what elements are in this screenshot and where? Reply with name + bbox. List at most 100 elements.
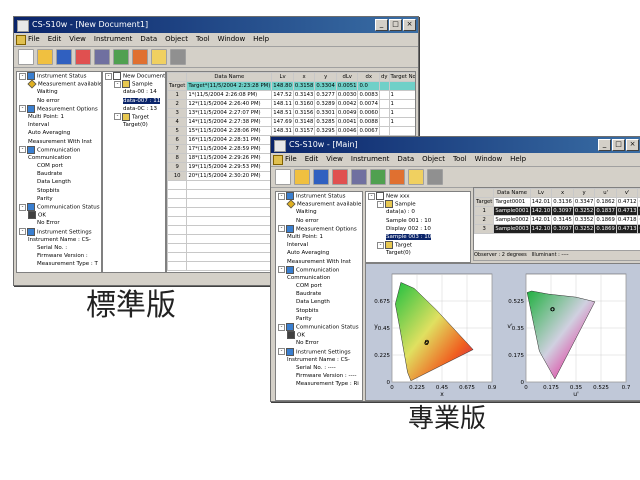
tree-item[interactable]: No error <box>276 217 362 225</box>
table-row[interactable]: 1 Sample0001 142.10 0.3097 0.3252 0.1837 0.471… <box>474 206 640 216</box>
tree-item[interactable]: Waiting <box>276 208 362 216</box>
tree-item[interactable]: Sample 003 : 10 <box>366 233 470 241</box>
tree-item[interactable]: Data Length <box>17 178 101 186</box>
color-icon[interactable] <box>132 49 148 65</box>
chromaticity-diagrams[interactable]: 0 0.225 0.45 0.675 0.900.2250.450.675xy0 0.17… <box>366 264 640 400</box>
menu-tool[interactable]: Tool <box>196 33 210 46</box>
expand-toggle-icon[interactable]: - <box>278 266 285 274</box>
tree-item[interactable]: Instrument Name : CS- <box>17 236 101 244</box>
close-button[interactable]: × <box>403 19 416 31</box>
tree-item[interactable]: Data Length <box>276 298 362 306</box>
tree-item[interactable]: Parity <box>17 195 101 203</box>
column-header[interactable]: Data Name <box>186 72 273 82</box>
column-header[interactable]: x <box>292 72 316 82</box>
color-icon[interactable] <box>389 169 405 185</box>
menu-window[interactable]: Window <box>218 33 246 46</box>
tree-item[interactable]: - Sample <box>103 80 165 89</box>
instrument-status-tree[interactable]: - Instrument Status Measurement available W… <box>275 191 363 401</box>
tree-item[interactable]: Auto Averaging <box>17 129 101 137</box>
menu-tool[interactable]: Tool <box>453 153 467 166</box>
tree-item[interactable]: Waiting <box>17 88 101 96</box>
open-icon[interactable] <box>294 169 310 185</box>
tree-item[interactable]: - Communication Status <box>17 203 101 211</box>
sample-data-table[interactable]: Data NameLvxyu'v'TTargetTarget0001142.01… <box>473 187 640 251</box>
tree-item[interactable]: Multi Point: 1 <box>276 233 362 241</box>
tree-item[interactable]: Target(0) <box>366 249 470 257</box>
expand-toggle-icon[interactable]: - <box>105 72 112 80</box>
tree-item[interactable]: Communication <box>276 274 362 282</box>
measure-icon[interactable] <box>75 49 91 65</box>
tree-item[interactable]: Measurement Type : T <box>17 260 101 268</box>
tree-item[interactable]: No Error <box>17 219 101 227</box>
tree-item[interactable]: Parity <box>276 315 362 323</box>
tree-item[interactable]: Stopbits <box>276 307 362 315</box>
tree-item[interactable]: Baudrate <box>17 170 101 178</box>
table-row[interactable]: 4 14*(11/5/2004 2:27:38 PM) 147.69 0.3148 0.… <box>167 117 415 127</box>
menu-help[interactable]: Help <box>510 153 526 166</box>
tree-item[interactable]: Measurement available <box>17 79 101 89</box>
menu-instrument[interactable]: Instrument <box>94 33 133 46</box>
table-row[interactable]: 5 15*(11/5/2004 2:28:06 PM) 148.31 0.3157 0.… <box>167 126 415 136</box>
column-header[interactable]: dLv <box>335 72 359 82</box>
tree-item[interactable]: - Instrument Settings <box>276 347 362 356</box>
tree-item[interactable]: data(a) : 0 <box>366 208 470 216</box>
tree-item[interactable]: - Communication <box>276 265 362 274</box>
tree-item[interactable]: OK <box>276 331 362 340</box>
tree-item[interactable]: OK <box>17 211 101 220</box>
tree-item[interactable]: - New xxx <box>366 192 470 200</box>
expand-toggle-icon[interactable]: - <box>278 225 285 233</box>
tree-item[interactable]: No Error <box>276 339 362 347</box>
minimize-button[interactable]: _ <box>375 19 388 31</box>
column-header[interactable]: u' <box>594 188 617 198</box>
tree-item[interactable]: - Measurement Options <box>276 224 362 233</box>
tree-item[interactable]: data-0C : 13 <box>103 105 165 113</box>
menu-edit[interactable]: Edit <box>305 153 319 166</box>
print-icon[interactable] <box>170 49 186 65</box>
target-icon[interactable] <box>94 49 110 65</box>
tree-item[interactable]: - Instrument Status <box>17 72 101 80</box>
tree-item[interactable]: Target(0) <box>103 121 165 129</box>
expand-toggle-icon[interactable]: - <box>278 192 285 200</box>
menu-file[interactable]: File <box>285 153 297 166</box>
tree-item[interactable]: Interval <box>17 121 101 129</box>
expand-toggle-icon[interactable]: - <box>278 348 285 356</box>
column-header[interactable] <box>167 72 188 82</box>
column-header[interactable]: dx <box>357 72 381 82</box>
folder-icon[interactable] <box>408 169 424 185</box>
tree-item[interactable]: - Instrument Settings <box>17 227 101 236</box>
tree-item[interactable]: - Target <box>366 241 470 250</box>
column-header[interactable]: x <box>551 188 574 198</box>
save-icon[interactable] <box>56 49 72 65</box>
expand-toggle-icon[interactable]: - <box>278 323 285 331</box>
expand-toggle-icon[interactable]: - <box>377 200 384 208</box>
tree-item[interactable]: Serial No. : <box>17 244 101 252</box>
menu-object[interactable]: Object <box>422 153 445 166</box>
tree-item[interactable]: Baudrate <box>276 290 362 298</box>
maximize-button[interactable]: □ <box>389 19 402 31</box>
table-row[interactable]: 2 12*(11/5/2004 2:26:40 PM) 148.11 0.3160 0.… <box>167 99 415 109</box>
column-header[interactable]: y <box>314 72 337 82</box>
expand-toggle-icon[interactable]: - <box>377 241 384 249</box>
expand-toggle-icon[interactable]: - <box>19 228 26 236</box>
document-tree[interactable]: - New Document - Sample data-00 : 14 data-007… <box>102 71 166 273</box>
column-header[interactable]: Lv <box>529 188 553 198</box>
menu-view[interactable]: View <box>69 33 86 46</box>
target-icon[interactable] <box>351 169 367 185</box>
tree-item[interactable]: Serial No. : ---- <box>276 364 362 372</box>
expand-toggle-icon[interactable]: - <box>114 113 121 121</box>
tree-item[interactable]: - Measurement Options <box>17 104 101 113</box>
tree-item[interactable]: data-007 : 11 <box>103 97 165 105</box>
professional-title-bar[interactable]: CS-S10w - [Main] _ □ × <box>271 137 640 153</box>
tree-item[interactable]: Measurement With Inst <box>17 138 101 146</box>
instrument-status-tree[interactable]: - Instrument Status Measurement available W… <box>16 71 102 273</box>
table-row[interactable]: 2 Sample0002 142.01 0.3145 0.3352 0.1869 0.471… <box>474 215 640 225</box>
tree-item[interactable]: Measurement With Inst <box>276 258 362 266</box>
table-row[interactable]: 1 1*(11/5/2004 2:26:08 PM) 147.52 0.3143 0.3… <box>167 90 415 100</box>
menu-instrument[interactable]: Instrument <box>351 153 390 166</box>
expand-toggle-icon[interactable]: - <box>19 146 26 154</box>
save-icon[interactable] <box>313 169 329 185</box>
standard-title-bar[interactable]: CS-S10w - [New Document1] _ □ × <box>14 17 418 33</box>
maximize-button[interactable]: □ <box>612 139 625 151</box>
menu-window[interactable]: Window <box>475 153 503 166</box>
tree-item[interactable]: Instrument Name : CS- <box>276 356 362 364</box>
